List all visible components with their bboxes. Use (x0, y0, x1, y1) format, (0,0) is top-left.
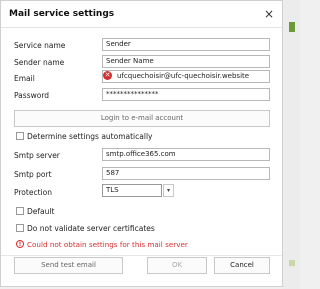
smtp-server-input[interactable]: smtp.office365.com (102, 148, 270, 161)
password-input[interactable]: *************** (102, 88, 270, 101)
no-validate-checkbox[interactable] (16, 224, 24, 232)
footer-divider (1, 255, 282, 256)
mail-settings-dialog: Mail service settings × Service name Sen… (0, 0, 283, 287)
close-icon[interactable]: × (262, 7, 276, 21)
sender-name-input[interactable]: Sender Name (102, 55, 270, 68)
default-checkbox[interactable] (16, 207, 24, 215)
service-name-label: Service name (14, 41, 66, 50)
send-test-button[interactable]: Send test email (14, 257, 123, 274)
ok-button[interactable]: OK (147, 257, 207, 274)
determine-auto-label: Determine settings automatically (27, 132, 153, 141)
no-validate-label: Do not validate server certificates (27, 224, 155, 233)
cancel-button[interactable]: Cancel (214, 257, 270, 274)
protection-select[interactable]: TLS (102, 184, 162, 197)
login-button[interactable]: Login to e-mail account (14, 110, 270, 127)
chevron-down-icon[interactable]: ▾ (163, 184, 174, 197)
error-icon: ✕ (103, 71, 112, 80)
background-marker (289, 260, 295, 266)
default-label: Default (27, 207, 55, 216)
email-input[interactable]: ufcquechoisir@ufc-quechoisir.website (102, 70, 270, 83)
dialog-title: Mail service settings (9, 9, 115, 19)
password-label: Password (14, 91, 50, 100)
background-marker (289, 22, 295, 32)
sender-name-label: Sender name (14, 58, 65, 67)
email-label: Email (14, 74, 35, 83)
warning-icon: ! (16, 240, 24, 248)
dialog-titlebar: Mail service settings × (1, 1, 282, 28)
protection-label: Protection (14, 188, 52, 197)
smtp-port-input[interactable]: 587 (102, 167, 270, 180)
error-message: Could not obtain settings for this mail … (27, 240, 188, 249)
service-name-input[interactable]: Sender (102, 38, 270, 51)
smtp-port-label: Smtp port (14, 170, 52, 179)
smtp-server-label: Smtp server (14, 151, 60, 160)
background-window-edge (283, 0, 300, 289)
determine-auto-checkbox[interactable] (16, 132, 24, 140)
